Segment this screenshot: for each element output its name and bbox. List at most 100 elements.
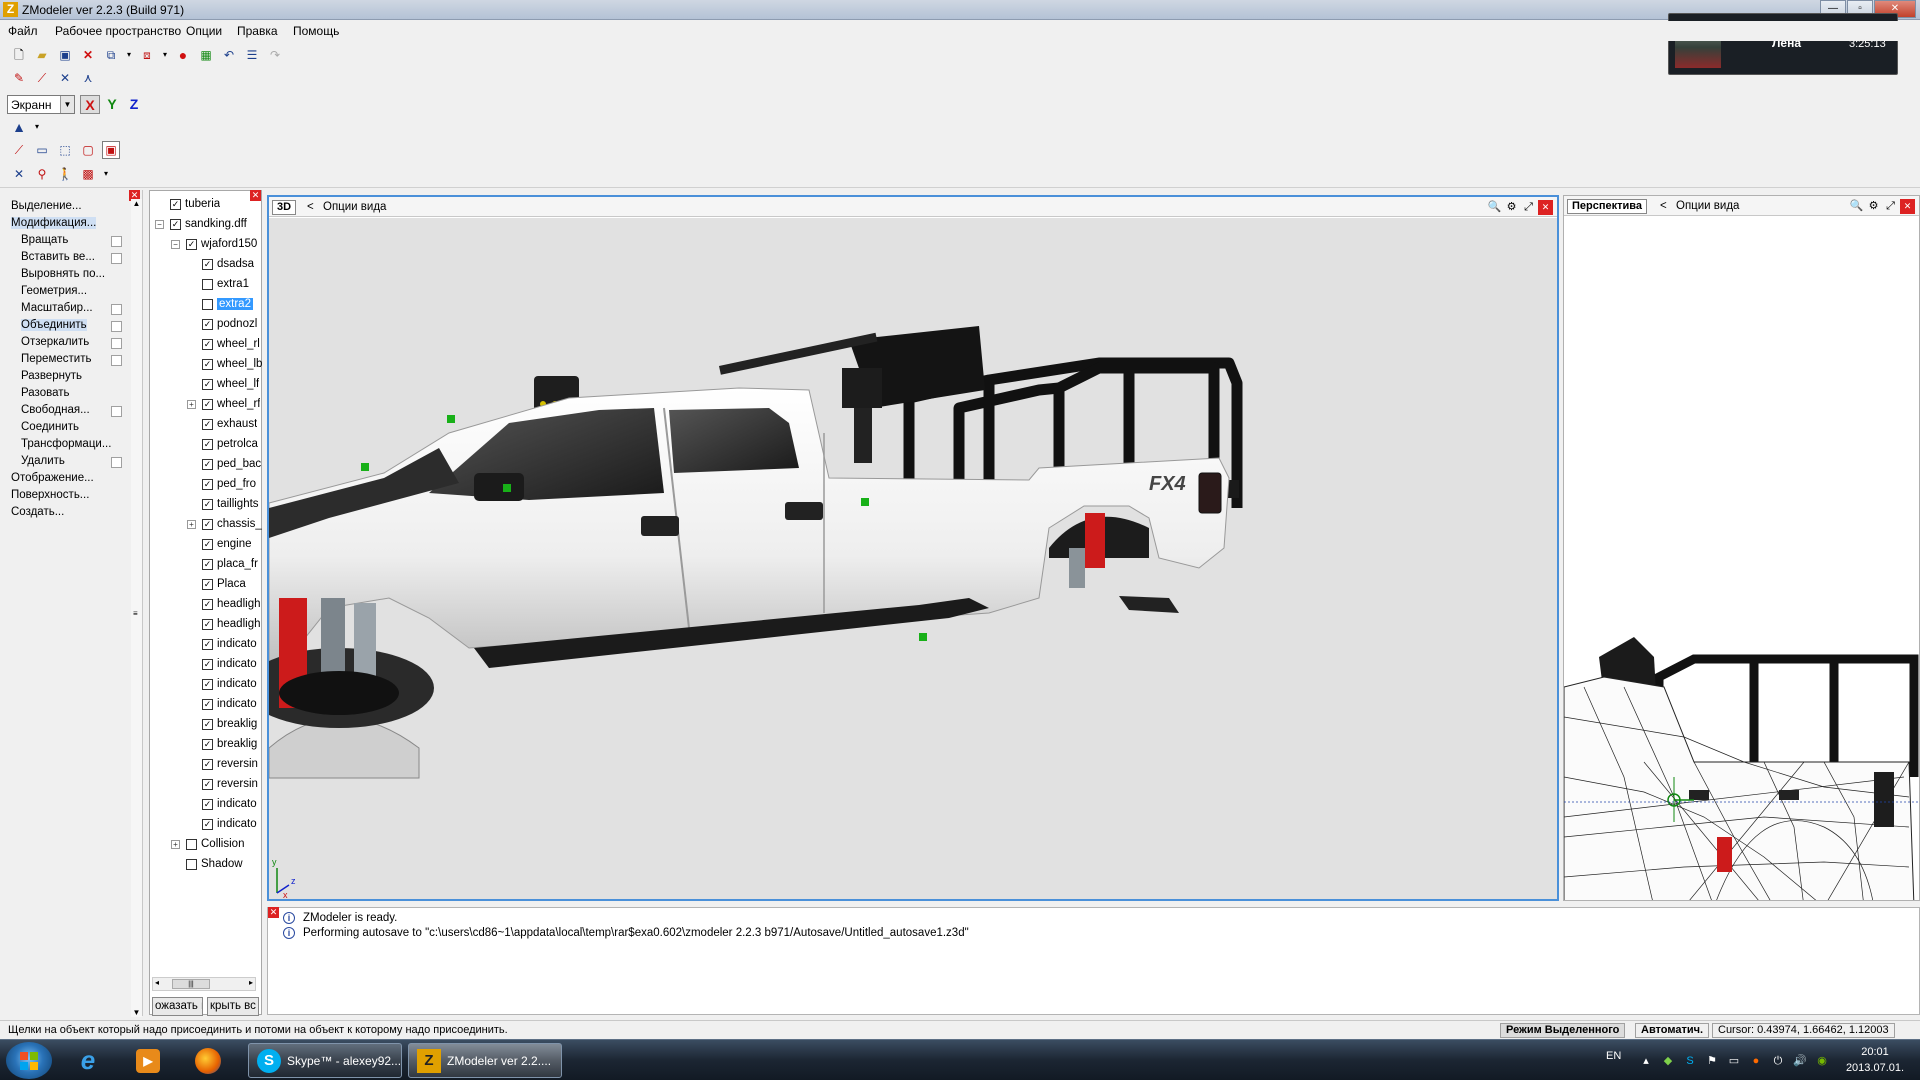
tree-node[interactable]: ✓ indicato bbox=[202, 816, 257, 832]
close-icon[interactable]: ✕ bbox=[250, 190, 261, 201]
scale-tool-icon[interactable]: ⚲ bbox=[33, 165, 51, 183]
visibility-checkbox[interactable]: ✓ bbox=[202, 358, 213, 370]
tree-node[interactable]: ✓ wheel_lf bbox=[202, 376, 259, 392]
redo-icon[interactable]: ↷ bbox=[266, 46, 284, 64]
command-item[interactable]: Вставить ве... bbox=[21, 251, 95, 263]
selection-mode-indicator[interactable]: Режим Выделенного bbox=[1500, 1023, 1626, 1038]
visibility-checkbox[interactable]: ✓ bbox=[202, 538, 213, 550]
axis-y-toggle[interactable]: Y bbox=[102, 95, 122, 114]
command-item[interactable]: Выровнять по... bbox=[21, 268, 105, 280]
visibility-checkbox[interactable]: ✓ bbox=[202, 478, 213, 490]
tree-node[interactable]: ✓ breaklig bbox=[202, 736, 257, 752]
show-hidden-icons-icon[interactable]: ▴ bbox=[1638, 1053, 1654, 1069]
tree-node[interactable]: ✓ wjaford150 bbox=[186, 236, 257, 252]
undo-icon[interactable]: ↶ bbox=[220, 46, 238, 64]
visibility-checkbox[interactable]: ✓ bbox=[202, 578, 213, 590]
display-icon[interactable]: ▭ bbox=[1726, 1053, 1742, 1069]
zoom-icon[interactable]: 🔍 bbox=[1487, 200, 1502, 215]
tree-node[interactable]: Shadow bbox=[186, 856, 243, 872]
tree-node[interactable]: ✓ tuberia bbox=[170, 196, 220, 212]
save-icon[interactable]: ▣ bbox=[56, 46, 74, 64]
firefox-icon[interactable] bbox=[182, 1043, 234, 1078]
pivot-marker[interactable] bbox=[503, 484, 511, 492]
hide-all-button[interactable]: крыть вс bbox=[207, 997, 259, 1016]
visibility-checkbox[interactable]: ✓ bbox=[202, 738, 213, 750]
viewport-mode-label[interactable]: 3D bbox=[272, 200, 297, 215]
command-option-checkbox[interactable] bbox=[111, 338, 122, 349]
visibility-checkbox[interactable]: ✓ bbox=[170, 198, 181, 210]
taskbar-zmodeler[interactable]: Z ZModeler ver 2.2.... bbox=[408, 1043, 562, 1078]
tree-node[interactable]: ✓ indicato bbox=[202, 636, 257, 652]
expand-icon[interactable]: + bbox=[187, 400, 196, 409]
tree-node[interactable]: extra2 bbox=[202, 296, 253, 312]
pivot-marker[interactable] bbox=[919, 633, 927, 641]
command-item[interactable]: Трансформаци... bbox=[21, 438, 111, 450]
hierarchy-horizontal-scrollbar[interactable]: ◂ ||| ▸ bbox=[152, 977, 256, 991]
command-item[interactable]: Поверхность... bbox=[11, 489, 89, 501]
close-icon[interactable]: ✕ bbox=[1900, 199, 1915, 214]
visibility-checkbox[interactable] bbox=[186, 838, 197, 850]
visibility-checkbox[interactable]: ✓ bbox=[202, 818, 213, 830]
tree-node[interactable]: extra1 bbox=[202, 276, 249, 292]
chevron-left-icon[interactable]: < bbox=[1660, 200, 1667, 212]
tree-node[interactable]: ✓ headligh bbox=[202, 596, 260, 612]
menu-edit[interactable]: Правка bbox=[237, 24, 278, 38]
tree-node[interactable]: ✓ indicato bbox=[202, 656, 257, 672]
tree-node[interactable]: ✓ wheel_rl bbox=[202, 336, 260, 352]
command-option-checkbox[interactable] bbox=[111, 253, 122, 264]
visibility-checkbox[interactable]: ✓ bbox=[202, 678, 213, 690]
3d-scene[interactable]: FX4 y z x bbox=[269, 218, 1557, 899]
command-item[interactable]: Удалить bbox=[21, 455, 65, 467]
tree-node[interactable]: ✓ exhaust bbox=[202, 416, 257, 432]
viewport-mode-label[interactable]: Перспектива bbox=[1567, 199, 1648, 214]
command-item[interactable]: Развернуть bbox=[21, 370, 82, 382]
view-options-button[interactable]: Опции вида bbox=[1676, 200, 1739, 212]
command-item[interactable]: Выделение... bbox=[11, 200, 82, 212]
visibility-checkbox[interactable]: ✓ bbox=[202, 718, 213, 730]
coordinate-system-select[interactable]: Экранн ▼ bbox=[7, 95, 75, 114]
tree-node[interactable]: ✓ Placa bbox=[202, 576, 246, 592]
visibility-checkbox[interactable]: ✓ bbox=[202, 338, 213, 350]
visibility-checkbox[interactable]: ✓ bbox=[202, 758, 213, 770]
import-icon[interactable]: ⧉ bbox=[102, 46, 120, 64]
axis-lock-icon[interactable]: ⟋ bbox=[33, 69, 51, 87]
perspective-viewport[interactable]: Перспектива < Опции вида 🔍 ⚙ ⤢ ✕ bbox=[1563, 195, 1920, 901]
settings-icon[interactable]: ⚙ bbox=[1866, 199, 1881, 214]
axis-lock-xy-icon[interactable]: ✕ bbox=[56, 69, 74, 87]
face-mode-icon[interactable]: ⬚ bbox=[56, 141, 74, 159]
vertex-mode-icon[interactable]: ⟋ bbox=[10, 141, 28, 159]
tree-node[interactable]: ✓ taillights bbox=[202, 496, 259, 512]
visibility-checkbox[interactable]: ✓ bbox=[202, 798, 213, 810]
tree-node[interactable]: ✓ wheel_rf bbox=[202, 396, 260, 412]
power-icon[interactable]: ⏻ bbox=[1770, 1053, 1786, 1069]
media-player-icon[interactable]: ▶ bbox=[122, 1043, 174, 1078]
visibility-checkbox[interactable]: ✓ bbox=[202, 418, 213, 430]
windows-start-icon[interactable] bbox=[6, 1042, 52, 1079]
volume-icon[interactable]: 🔊 bbox=[1792, 1053, 1808, 1069]
visibility-checkbox[interactable]: ✓ bbox=[202, 698, 213, 710]
axis-z-toggle[interactable]: Z bbox=[124, 95, 144, 114]
maximize-viewport-icon[interactable]: ⤢ bbox=[1883, 199, 1898, 214]
scroll-down-icon[interactable]: ▼ bbox=[131, 1008, 142, 1017]
command-item[interactable]: Создать... bbox=[11, 506, 64, 518]
shading-icon[interactable]: ▲ bbox=[10, 118, 28, 136]
collapse-icon[interactable]: − bbox=[171, 240, 180, 249]
tree-node[interactable]: ✓ petrolca bbox=[202, 436, 258, 452]
dropdown-arrow-icon[interactable]: ▾ bbox=[161, 46, 169, 64]
action-center-flag-icon[interactable]: ⚑ bbox=[1704, 1053, 1720, 1069]
wireframe-scene[interactable] bbox=[1564, 217, 1919, 900]
tree-node[interactable]: ✓ indicato bbox=[202, 796, 257, 812]
maximize-viewport-icon[interactable]: ⤢ bbox=[1521, 200, 1536, 215]
walk-tool-icon[interactable]: 🚶 bbox=[56, 165, 74, 183]
scroll-grip-icon[interactable]: ≡ bbox=[133, 609, 138, 618]
scroll-right-icon[interactable]: ▸ bbox=[249, 978, 253, 987]
delete-icon[interactable]: ✕ bbox=[79, 46, 97, 64]
axis-x-toggle[interactable]: X bbox=[80, 95, 100, 114]
visibility-checkbox[interactable]: ✓ bbox=[202, 598, 213, 610]
tree-node[interactable]: ✓ reversin bbox=[202, 756, 258, 772]
command-item[interactable]: Вращать bbox=[21, 234, 68, 246]
command-option-checkbox[interactable] bbox=[111, 321, 122, 332]
network-status-icon[interactable]: ◆ bbox=[1660, 1053, 1676, 1069]
scroll-left-icon[interactable]: ◂ bbox=[155, 978, 159, 987]
tree-node[interactable]: ✓ ped_bac bbox=[202, 456, 261, 472]
